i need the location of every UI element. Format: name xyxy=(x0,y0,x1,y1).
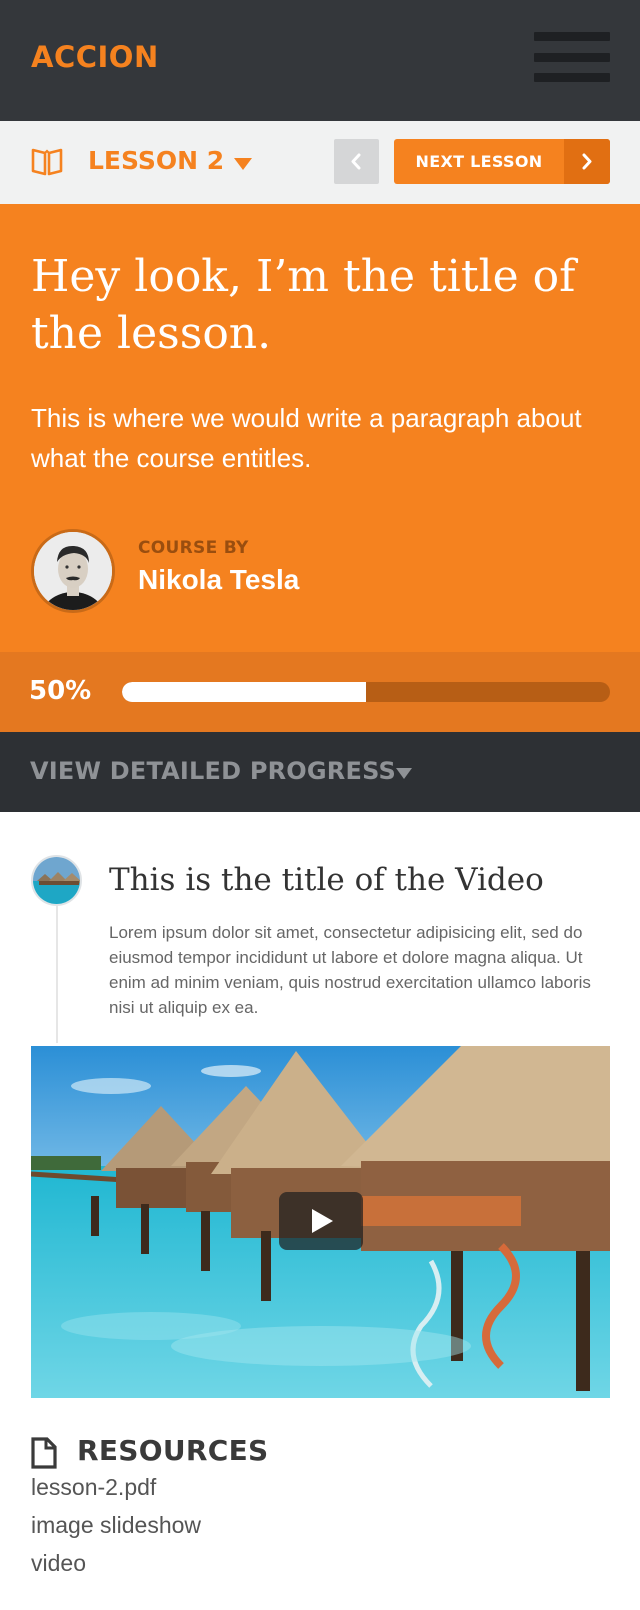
progress-strip: 50% xyxy=(0,652,640,732)
progress-bar-fill xyxy=(122,682,366,702)
video-title: This is the title of the Video xyxy=(109,862,544,898)
resource-link[interactable]: video xyxy=(31,1550,86,1577)
next-lesson-label: NEXT LESSON xyxy=(415,152,543,171)
view-detailed-progress-toggle[interactable]: VIEW DETAILED PROGRESS xyxy=(0,732,640,812)
previous-lesson-button[interactable] xyxy=(334,139,379,184)
lesson-description: This is where we would write a paragraph… xyxy=(31,403,582,473)
book-icon xyxy=(31,148,63,176)
brand-logo[interactable]: ACCION xyxy=(31,40,159,74)
hamburger-menu-icon[interactable] xyxy=(534,32,610,84)
play-icon xyxy=(312,1209,333,1233)
chevron-right-icon xyxy=(582,153,592,170)
lesson-nav-bar: LESSON 2 NEXT LESSON xyxy=(0,121,640,204)
timeline-connector xyxy=(56,903,58,1043)
document-icon xyxy=(31,1437,57,1469)
chevron-left-icon xyxy=(351,153,361,170)
lesson-title: Hey look, I’m the title of the lesson. xyxy=(31,251,576,359)
next-arrow-segment xyxy=(564,139,610,184)
course-by-label: COURSE BY xyxy=(138,538,249,558)
resource-link[interactable]: lesson-2.pdf xyxy=(31,1474,156,1501)
progress-percent: 50% xyxy=(29,676,92,706)
detailed-progress-label: VIEW DETAILED PROGRESS xyxy=(30,757,396,785)
resources-heading: RESOURCES xyxy=(77,1434,269,1467)
author-name[interactable]: Nikola Tesla xyxy=(138,564,299,596)
lesson-hero: Hey look, I’m the title of the lesson. T… xyxy=(0,204,640,652)
resource-link[interactable]: image slideshow xyxy=(31,1512,201,1539)
play-button[interactable] xyxy=(279,1192,363,1250)
video-player[interactable] xyxy=(31,1046,610,1398)
author-avatar xyxy=(31,529,115,613)
lesson-selector[interactable]: LESSON 2 xyxy=(88,146,224,175)
video-description: Lorem ipsum dolor sit amet, consectetur … xyxy=(109,923,591,1017)
progress-bar xyxy=(122,682,610,702)
caret-down-icon[interactable] xyxy=(234,158,252,170)
top-header: ACCION xyxy=(0,0,640,121)
next-lesson-button[interactable]: NEXT LESSON xyxy=(394,139,610,184)
caret-down-icon xyxy=(396,768,412,779)
video-thumbnail-icon[interactable] xyxy=(31,855,82,906)
